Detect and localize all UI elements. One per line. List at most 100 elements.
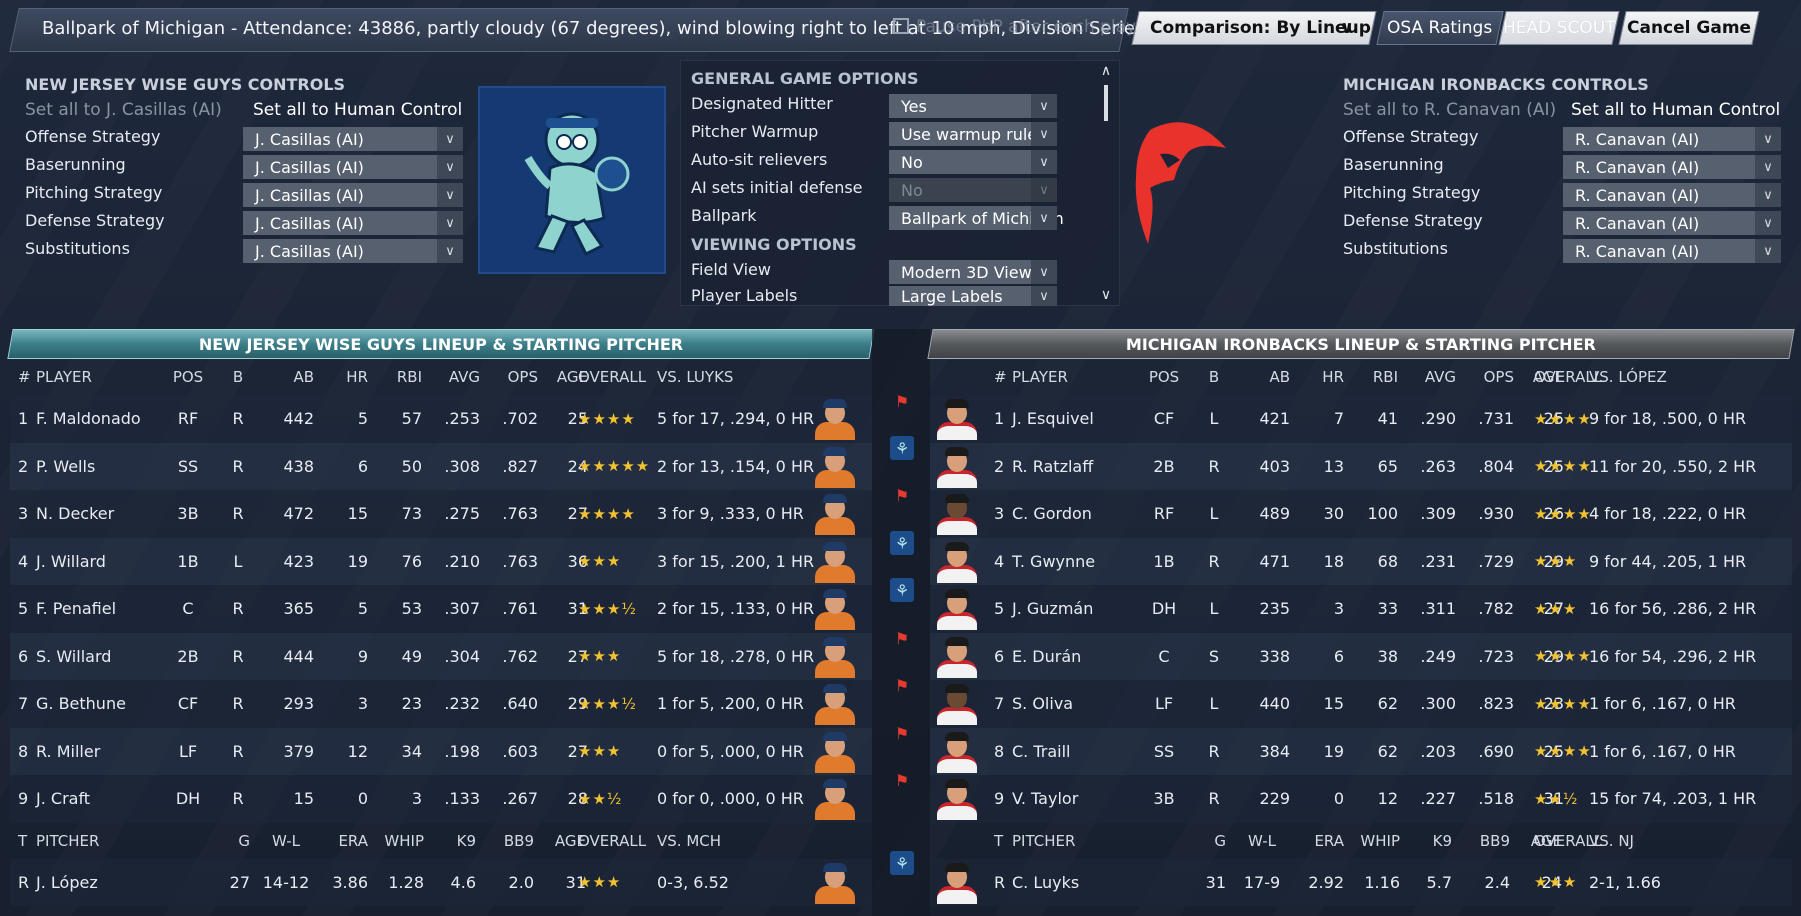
player-ops: .761 [502,599,538,619]
player-hr: 15 [347,504,368,524]
player-vs: 16 for 56, .286, 2 HR [1589,599,1757,619]
nj-defense-strategy-select[interactable]: J. Casillas (AI) ∨ [243,211,463,235]
cancel-game-button[interactable]: Cancel Game [1618,11,1760,45]
player-labels-select[interactable]: Large Labels ∨ [889,286,1057,306]
player-avg: .232 [444,694,480,714]
nj-defense-strategy-label: Defense Strategy [25,211,165,230]
pitcher-row[interactable]: R C. Luyks 31 17-9 2.92 1.16 5.7 2.4 24 ★★★ 2-1, 1… [930,858,1792,906]
player-num: 4 [994,551,1005,571]
player-b: R [1208,789,1220,809]
scroll-down-icon[interactable]: ∨ [1099,287,1113,303]
mi-substitutions-select[interactable]: R. Canavan (AI) ∨ [1563,239,1781,263]
player-avg: .198 [444,741,480,761]
nj-baserunning-select[interactable]: J. Casillas (AI) ∨ [243,155,463,179]
table-row[interactable]: 5 J. Guzmán DH L 235 3 33.311.782 27 ★★★ 16 for 5… [930,585,1792,633]
scroll-up-icon[interactable]: ∧ [1099,63,1113,79]
osa-ratings-button[interactable]: OSA Ratings [1376,11,1504,45]
pitcher-portrait [934,862,980,904]
table-row[interactable]: 1 J. Esquivel CF L 421 7 41.290.731 25 ★★★★ 9 for… [930,395,1792,443]
mi-offense-strategy-label: Offense Strategy [1343,127,1479,146]
table-row[interactable]: 9 V. Taylor 3B R 229 0 12.227.518 31 ★★½ 15 for 7… [930,775,1792,823]
player-ops: .690 [1478,741,1514,761]
table-row[interactable]: 2 P. Wells SS R 438 6 50.308.827 24 ★★★★★ 2 for 1… [10,442,872,490]
table-row[interactable]: 5 F. Penafiel C R 365 5 53.307.761 31 ★★★½ 2 for … [10,585,872,633]
player-hr: 12 [347,741,368,761]
player-pos: C [182,599,194,619]
player-num: 8 [994,741,1005,761]
player-pos: LF [1154,694,1174,714]
player-ab: 293 [283,694,314,714]
player-pos: 2B [177,646,199,666]
mi-set-all-human-link[interactable]: Set all to Human Control [1571,100,1780,120]
player-avg: .307 [444,599,480,619]
pitcher-header-t: T [994,831,1004,850]
table-row[interactable]: 7 S. Oliva LF L 440 15 62.300.823 23 ★★★★ 1 for 6… [930,680,1792,728]
ai-initial-defense-select: No ∨ [889,178,1057,202]
pitcher-bb9: 2.0 [508,872,534,892]
comparison-dropdown[interactable]: Comparison: By Lineup ∨ [1131,11,1377,45]
player-num: 7 [18,694,29,714]
nj-offense-strategy-select[interactable]: J. Casillas (AI) ∨ [243,127,463,151]
mi-set-all-ai-link[interactable]: Set all to R. Canavan (AI) [1343,100,1556,120]
table-row[interactable]: 4 T. Gwynne 1B R 471 18 68.231.729 29 ★★★ 9 for 4… [930,537,1792,585]
nj-defense-strategy-value: J. Casillas (AI) [255,213,364,233]
pitcher-header-pitcher: PITCHER [1012,831,1076,850]
player-portrait [812,541,858,583]
player-pos: DH [175,789,201,809]
player-portrait [812,731,858,773]
player-vs: 11 for 20, .550, 2 HR [1589,456,1757,476]
pause-pbp-checkbox[interactable] [893,18,909,34]
player-ab: 440 [1259,694,1290,714]
nj-set-all-human-link[interactable]: Set all to Human Control [253,100,462,120]
column-header-rbi: RBI [1372,368,1398,386]
player-portrait [812,446,858,488]
table-row[interactable]: 3 C. Gordon RF L 489 30 100.309.930 26 ★★★★ 4 for… [930,490,1792,538]
auto-sit-relievers-select[interactable]: No ∨ [889,150,1057,174]
table-row[interactable]: 8 R. Miller LF R 379 12 34.198.603 27 ★★★ 0 for 5… [10,727,872,775]
pitcher-warmup-select[interactable]: Use warmup rule ∨ [889,122,1057,146]
column-header-b: B [232,368,244,386]
player-labels-value: Large Labels [901,286,1003,306]
designated-hitter-select[interactable]: Yes ∨ [889,94,1057,118]
table-row[interactable]: 1 F. Maldonado RF R 442 5 57.253.702 25 ★★★★ 5 fo… [10,395,872,443]
player-ab: 472 [283,504,314,524]
mi-baserunning-select[interactable]: R. Canavan (AI) ∨ [1563,155,1781,179]
pitcher-row[interactable]: R J. López 27 14-12 3.86 1.28 4.6 2.0 31 ★★★ 0-3, … [10,858,872,906]
scroll-thumb[interactable] [1104,85,1108,121]
rating-stars: ★★★ [578,873,622,892]
player-num: 2 [18,456,29,476]
nj-set-all-ai-link[interactable]: Set all to J. Casillas (AI) [25,100,222,120]
player-ops: .603 [502,741,538,761]
head-scout-button[interactable]: HEAD SCOUT [1498,11,1620,45]
table-row[interactable]: 3 N. Decker 3B R 472 15 73.275.763 27 ★★★★ 3 for … [10,490,872,538]
player-rbi: 57 [401,409,422,429]
player-b: R [232,646,244,666]
pitcher-header-row: T PITCHER G W-L ERA WHIP K9 BB9 AGE OVERALL VS. MC… [10,823,872,859]
table-row[interactable]: 7 G. Bethune CF R 293 3 23.232.640 29 ★★★½ 1 for … [10,680,872,728]
ballpark-select[interactable]: Ballpark of Michigan ∨ [889,206,1064,230]
field-view-select[interactable]: Modern 3D View ∨ [889,260,1057,284]
table-row[interactable]: 4 J. Willard 1B L 423 19 76.210.763 36 ★★★ 3 for … [10,537,872,585]
table-row[interactable]: 2 R. Ratzlaff 2B R 403 13 65.263.804 25 ★★★★ 11 f… [930,442,1792,490]
player-ab: 423 [283,551,314,571]
mi-defense-strategy-select[interactable]: R. Canavan (AI) ∨ [1563,211,1781,235]
nj-substitutions-select[interactable]: J. Casillas (AI) ∨ [243,239,463,263]
chevron-down-icon: ∨ [1031,260,1057,284]
player-pos: 2B [1153,456,1175,476]
player-ab: 15 [293,789,314,809]
mi-offense-strategy-select[interactable]: R. Canavan (AI) ∨ [1563,127,1781,151]
mi-pitching-strategy-select[interactable]: R. Canavan (AI) ∨ [1563,183,1781,207]
options-scrollbar[interactable]: ∧ ∨ [1099,63,1113,303]
table-row[interactable]: 6 S. Willard 2B R 444 9 49.304.762 27 ★★★ 5 for 1… [10,632,872,680]
player-hr: 3 [357,694,368,714]
nj-pitching-strategy-select[interactable]: J. Casillas (AI) ∨ [243,183,463,207]
pitcher-whip: 1.16 [1364,872,1400,892]
player-rbi: 12 [1377,789,1398,809]
table-row[interactable]: 8 C. Traill SS R 384 19 62.203.690 25 ★★★★ 1 for … [930,727,1792,775]
table-row[interactable]: 9 J. Craft DH R 15 0 3.133.267 28 ★★½ 0 for 0, .0… [10,775,872,823]
player-portrait [812,636,858,678]
player-num: 7 [994,694,1005,714]
table-row[interactable]: 6 E. Durán C S 338 6 38.249.723 29 ★★★★ 16 for 54… [930,632,1792,680]
pitcher-warmup-label: Pitcher Warmup [691,122,819,141]
player-b: L [233,551,243,571]
